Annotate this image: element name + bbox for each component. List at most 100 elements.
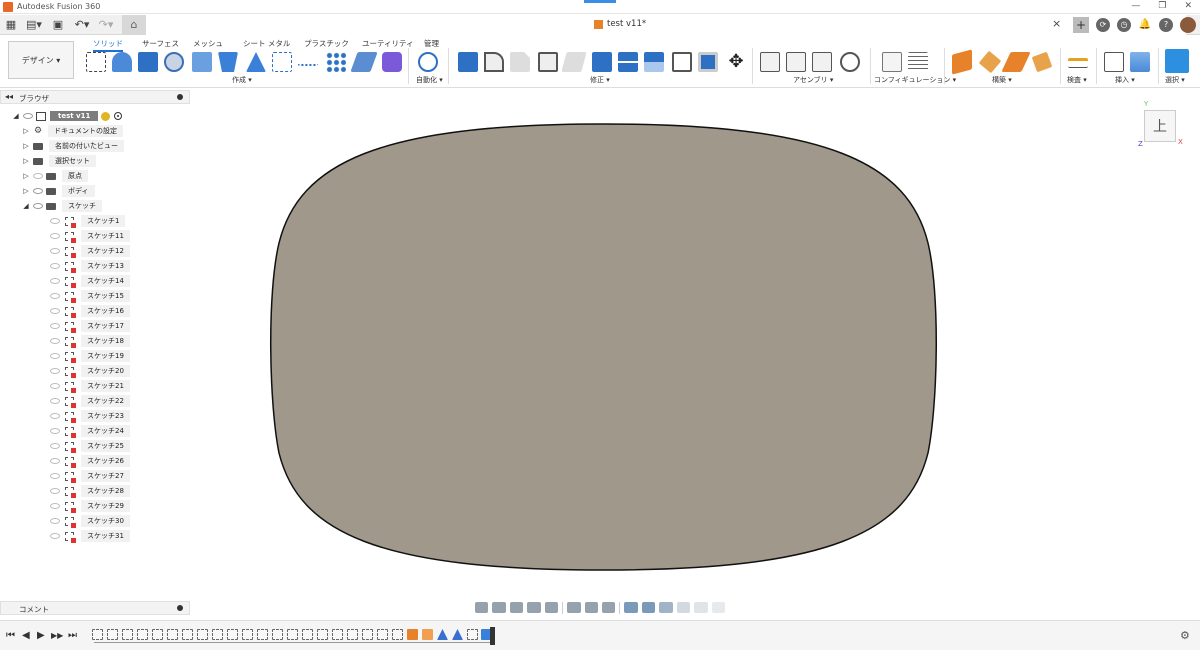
move-icon[interactable]: ✥ [726, 52, 746, 72]
isometric-icon[interactable] [711, 602, 726, 613]
timeline-rib[interactable] [437, 629, 448, 640]
list-item[interactable]: スケッチ22 [47, 395, 130, 408]
construct-group-label[interactable]: 構築 ▾ [992, 75, 1012, 85]
midplane-icon[interactable] [1031, 51, 1053, 73]
visibility-eye-icon[interactable] [50, 488, 60, 494]
configure-icon[interactable] [882, 52, 902, 72]
pattern-icon[interactable] [326, 52, 346, 72]
assembly-group-label[interactable]: アセンブリ ▾ [793, 75, 833, 85]
timeline-back-button[interactable]: ◀ [22, 630, 30, 641]
timeline-sketch[interactable] [92, 629, 103, 640]
close-window-button[interactable]: ✕ [1184, 1, 1192, 11]
automate-group-label[interactable]: 自動化 ▾ [416, 75, 443, 85]
list-item[interactable]: スケッチ17 [47, 320, 130, 333]
list-item[interactable]: スケッチ13 [47, 260, 130, 273]
timeline-sketch[interactable] [167, 629, 178, 640]
pan-icon[interactable] [509, 602, 524, 613]
timeline-extrude[interactable] [407, 629, 418, 640]
list-item[interactable]: スケッチ21 [47, 380, 130, 393]
timeline-start-button[interactable]: ⏮ [6, 630, 15, 641]
view-cube-top-face[interactable]: 上 [1144, 110, 1176, 142]
list-item[interactable]: スケッチ29 [47, 500, 130, 513]
timeline-sketch[interactable] [302, 629, 313, 640]
visibility-eye-icon[interactable] [50, 458, 60, 464]
visibility-eye-icon[interactable] [50, 338, 60, 344]
timeline-track[interactable] [94, 642, 494, 643]
tree-node-named-views[interactable]: ▷ 名前の付いたビュー [22, 140, 124, 152]
list-item[interactable]: スケッチ30 [47, 515, 130, 528]
thicken-icon[interactable] [350, 52, 378, 72]
fillet-icon[interactable] [484, 52, 504, 72]
gear-icon[interactable]: ⚙ [1180, 629, 1190, 642]
visibility-eye-icon[interactable] [50, 383, 60, 389]
modify-group-label[interactable]: 修正 ▾ [590, 75, 610, 85]
look-at-icon[interactable] [492, 602, 506, 613]
extrude-icon[interactable] [138, 52, 158, 72]
job-status-icon[interactable]: ◷ [1117, 18, 1131, 32]
view-cube[interactable]: Y 上 X Z [1138, 100, 1183, 150]
visibility-eye-icon[interactable] [33, 203, 43, 209]
workspace-switcher-button[interactable]: デザイン ▾ [8, 41, 74, 79]
visibility-eye-icon[interactable] [50, 293, 60, 299]
web-icon[interactable] [272, 52, 292, 72]
visibility-eye-icon[interactable] [23, 113, 33, 119]
timeline-sketch[interactable] [272, 629, 283, 640]
grid-icon[interactable]: ▦ [5, 18, 17, 32]
create-sketch-icon[interactable] [86, 52, 106, 72]
list-item[interactable]: スケッチ23 [47, 410, 130, 423]
list-item[interactable]: スケッチ27 [47, 470, 130, 483]
loft-icon[interactable] [218, 52, 238, 72]
grid-settings-icon[interactable] [584, 602, 599, 613]
shaded-edges-icon[interactable] [641, 602, 656, 613]
visibility-eye-icon[interactable] [50, 233, 60, 239]
tangent-plane-icon[interactable] [1001, 52, 1031, 72]
insert-group-label[interactable]: 挿入 ▾ [1115, 75, 1135, 85]
list-item[interactable]: スケッチ15 [47, 290, 130, 303]
visibility-eye-icon[interactable] [50, 278, 60, 284]
collapse-browser-button[interactable]: ◂◂ [5, 92, 13, 101]
collapse-triangle-icon[interactable]: ◢ [12, 112, 20, 120]
visibility-eye-icon[interactable] [50, 308, 60, 314]
timeline-sketch[interactable] [257, 629, 268, 640]
visibility-eye-icon[interactable] [50, 263, 60, 269]
timeline-sketch[interactable] [152, 629, 163, 640]
avatar[interactable] [1180, 17, 1196, 33]
timeline-end-button[interactable]: ⏭ [68, 630, 77, 641]
timeline-sketch[interactable] [287, 629, 298, 640]
help-icon[interactable]: ? [1159, 18, 1173, 32]
revolve-icon[interactable] [164, 52, 184, 72]
plane-at-angle-icon[interactable] [978, 50, 1002, 74]
timeline-extrude[interactable] [422, 629, 433, 640]
select-group-label[interactable]: 選択 ▾ [1165, 75, 1185, 85]
timeline-marker[interactable] [490, 627, 495, 645]
list-item[interactable]: スケッチ14 [47, 275, 130, 288]
tree-node-bodies[interactable]: ▷ ボディ [22, 185, 95, 197]
replace-face-icon[interactable] [672, 52, 692, 72]
list-item[interactable]: スケッチ19 [47, 350, 130, 363]
visibility-eye-icon[interactable] [50, 353, 60, 359]
display-settings-icon[interactable] [567, 602, 581, 613]
comments-panel-header[interactable]: コメント [0, 601, 190, 615]
rib-icon[interactable] [246, 52, 266, 72]
close-tab-button[interactable]: × [1052, 17, 1061, 30]
collapse-triangle-icon[interactable]: ◢ [22, 202, 30, 210]
insert-image-icon[interactable] [1130, 52, 1150, 72]
tree-node-selection-sets[interactable]: ▷ 選択セット [22, 155, 96, 167]
list-item[interactable]: スケッチ24 [47, 425, 130, 438]
wireframe-icon[interactable] [676, 602, 691, 613]
timeline-sketch[interactable] [137, 629, 148, 640]
body-face[interactable] [269, 123, 938, 571]
visibility-eye-icon[interactable] [50, 413, 60, 419]
visible-edges-icon[interactable] [694, 602, 708, 613]
list-item[interactable]: スケッチ26 [47, 455, 130, 468]
orbit-icon[interactable] [475, 602, 489, 613]
visibility-eye-icon[interactable] [50, 443, 60, 449]
timeline-sketch[interactable] [122, 629, 133, 640]
tab-plastic[interactable]: プラスチック [304, 38, 349, 49]
expand-triangle-icon[interactable]: ▷ [22, 172, 30, 180]
timeline-forward-button[interactable]: ▶▶ [51, 631, 63, 640]
timeline-sketch[interactable] [197, 629, 208, 640]
offset-plane-icon[interactable] [952, 49, 972, 75]
offset-face-icon[interactable] [644, 52, 664, 72]
press-pull-icon[interactable] [458, 52, 478, 72]
